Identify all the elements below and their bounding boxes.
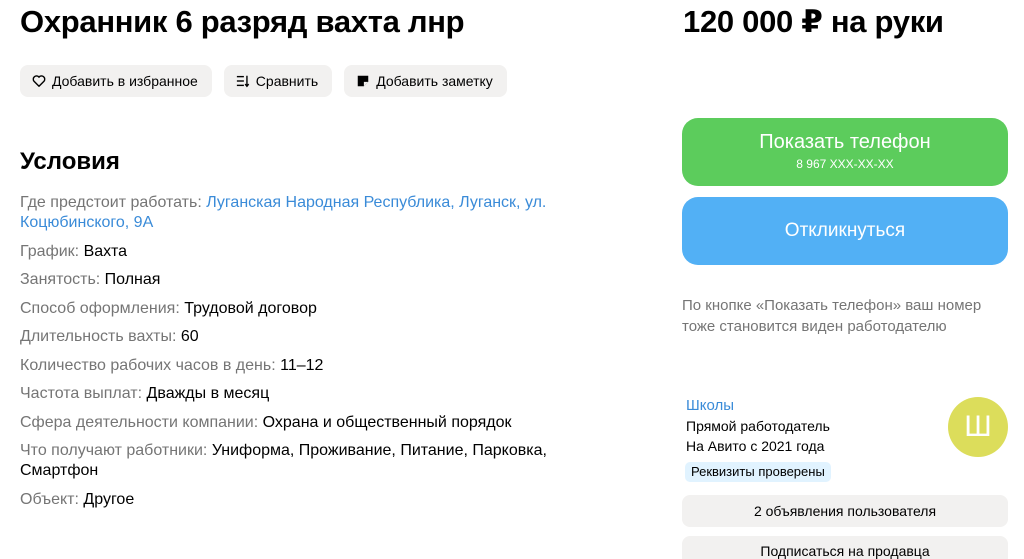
subscribe-seller-button[interactable]: Подписаться на продавца	[682, 536, 1008, 559]
condition-key: Занятость:	[20, 271, 101, 288]
condition-employment: Занятость: Полная	[20, 270, 610, 290]
condition-key: Способ оформления:	[20, 299, 180, 317]
seller-avatar[interactable]: Ш	[948, 397, 1008, 457]
condition-key: Длительность вахты:	[20, 328, 177, 345]
add-note-button[interactable]: Добавить заметку	[344, 65, 507, 97]
condition-shift-duration: Длительность вахты: 60	[20, 327, 610, 347]
show-phone-button[interactable]: Показать телефон 8 967 XXX-XX-XX	[682, 118, 1008, 186]
add-note-label: Добавить заметку	[376, 73, 493, 89]
show-phone-label: Показать телефон	[759, 131, 931, 153]
condition-value: Другое	[83, 490, 135, 508]
condition-payment-frequency: Частота выплат: Дважды в месяц	[20, 384, 610, 404]
condition-value: Полная	[104, 271, 161, 288]
condition-value: 11–12	[280, 356, 324, 374]
page-title: Охранник 6 разряд вахта лнр	[20, 4, 465, 39]
conditions-heading: Условия	[20, 148, 120, 175]
condition-key: Объект:	[20, 490, 79, 508]
salary-price: 120 000 ₽ на руки	[683, 4, 944, 39]
note-icon	[356, 74, 370, 88]
ad-actions: Добавить в избранное Сравнить Добавить з…	[20, 65, 507, 97]
condition-contract: Способ оформления: Трудовой договор	[20, 299, 610, 319]
condition-value: 60	[180, 328, 199, 345]
condition-key: Сфера деятельности компании:	[20, 413, 259, 431]
condition-key: Количество рабочих часов в день:	[20, 356, 276, 374]
condition-value: Дважды в месяц	[146, 385, 270, 402]
condition-industry: Сфера деятельности компании: Охрана и об…	[20, 413, 610, 433]
seller-name-link[interactable]: Школы	[686, 397, 734, 414]
condition-value: Трудовой договор	[184, 299, 317, 317]
verified-badge: Реквизиты проверены	[685, 462, 831, 482]
masked-phone-number: 8 967 XXX-XX-XX	[796, 157, 894, 171]
condition-hours: Количество рабочих часов в день: 11–12	[20, 356, 610, 376]
respond-button[interactable]: Откликнуться	[682, 197, 1008, 265]
heart-icon	[32, 74, 46, 88]
seller-type: Прямой работодатель	[686, 418, 830, 434]
condition-benefits: Что получают работники: Униформа, Прожив…	[20, 441, 610, 481]
conditions-list: Где предстоит работать: Луганская Народн…	[20, 193, 610, 518]
condition-object: Объект: Другое	[20, 490, 610, 510]
seller-since: На Авито с 2021 года	[686, 438, 825, 454]
condition-schedule: График: Вахта	[20, 242, 610, 262]
condition-key: Что получают работники:	[20, 442, 208, 459]
condition-key: График:	[20, 242, 80, 260]
phone-visibility-note: По кнопке «Показать телефон» ваш номер т…	[682, 297, 982, 335]
condition-key: Частота выплат:	[20, 385, 143, 402]
condition-value: Охрана и общественный порядок	[262, 413, 512, 431]
condition-value: Вахта	[83, 242, 127, 260]
condition-location: Где предстоит работать: Луганская Народн…	[20, 193, 610, 233]
user-ads-button[interactable]: 2 объявления пользователя	[682, 495, 1008, 527]
add-to-favorites-label: Добавить в избранное	[52, 73, 198, 89]
compare-button[interactable]: Сравнить	[223, 65, 333, 97]
add-to-favorites-button[interactable]: Добавить в избранное	[20, 65, 212, 97]
compare-icon	[236, 74, 250, 88]
compare-label: Сравнить	[255, 73, 319, 89]
condition-key: Где предстоит работать:	[20, 194, 202, 211]
